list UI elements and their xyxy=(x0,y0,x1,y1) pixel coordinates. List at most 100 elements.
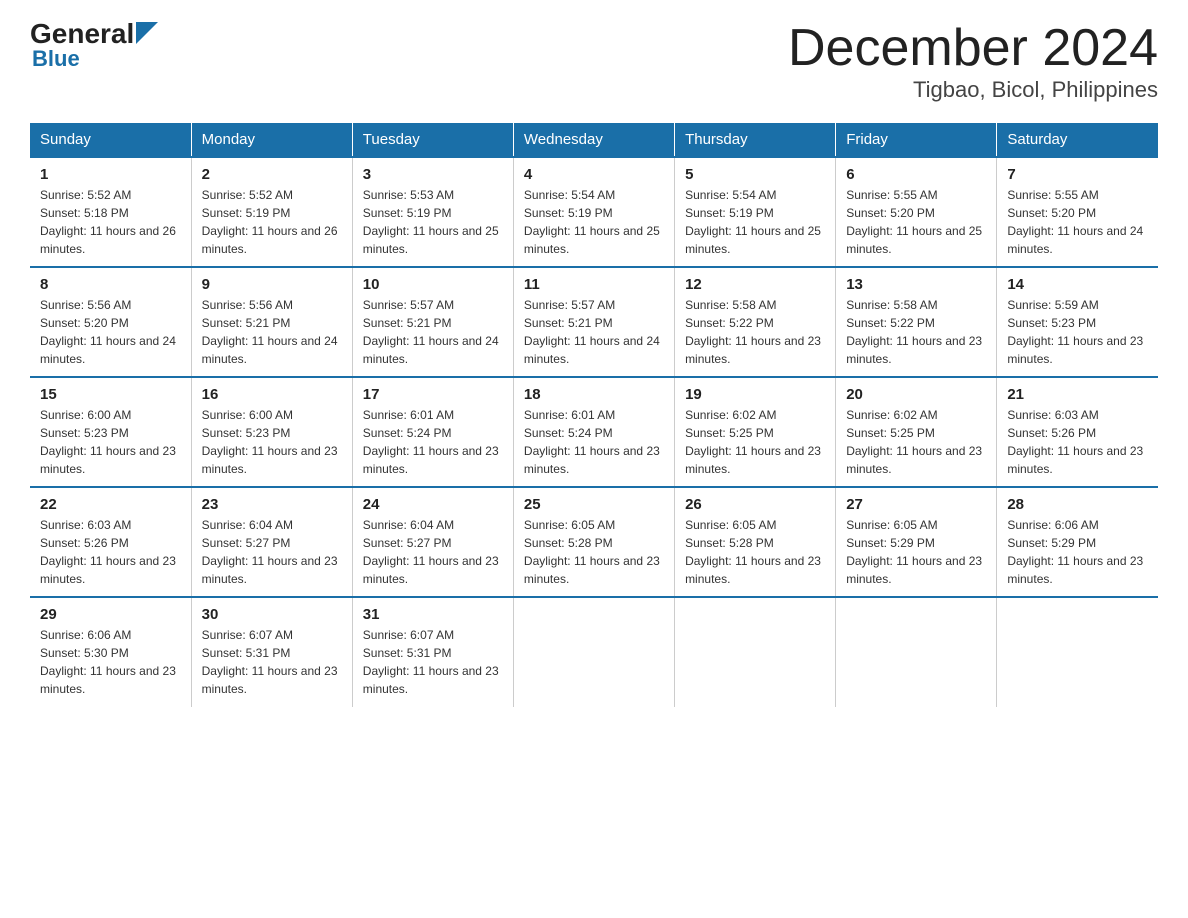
calendar-cell: 24 Sunrise: 6:04 AMSunset: 5:27 PMDayligh… xyxy=(352,487,513,597)
calendar-cell: 18 Sunrise: 6:01 AMSunset: 5:24 PMDayligh… xyxy=(513,377,674,487)
calendar-cell xyxy=(997,597,1158,707)
title-block: December 2024 Tigbao, Bicol, Philippines xyxy=(788,20,1158,103)
calendar-cell: 21Sunrise: 6:03 AMSunset: 5:26 PMDayligh… xyxy=(997,377,1158,487)
day-number: 25 xyxy=(524,496,664,513)
day-number: 9 xyxy=(202,276,342,293)
day-number: 26 xyxy=(685,496,825,513)
page-header: General Blue December 2024 Tigbao, Bicol… xyxy=(30,20,1158,103)
day-number: 28 xyxy=(1007,496,1148,513)
day-number: 8 xyxy=(40,276,181,293)
day-header-monday: Monday xyxy=(191,123,352,157)
day-info: Sunrise: 6:05 AMSunset: 5:28 PMDaylight:… xyxy=(685,516,825,588)
day-number: 14 xyxy=(1007,276,1148,293)
day-info: Sunrise: 6:05 AMSunset: 5:29 PMDaylight:… xyxy=(846,516,986,588)
calendar-cell: 6 Sunrise: 5:55 AMSunset: 5:20 PMDaylight… xyxy=(836,157,997,267)
calendar-cell: 30Sunrise: 6:07 AMSunset: 5:31 PMDayligh… xyxy=(191,597,352,707)
calendar-cell: 9 Sunrise: 5:56 AMSunset: 5:21 PMDaylight… xyxy=(191,267,352,377)
day-header-thursday: Thursday xyxy=(675,123,836,157)
day-number: 18 xyxy=(524,386,664,403)
logo: General Blue xyxy=(30,20,158,72)
calendar-cell: 26 Sunrise: 6:05 AMSunset: 5:28 PMDayligh… xyxy=(675,487,836,597)
day-header-sunday: Sunday xyxy=(30,123,191,157)
calendar-cell: 22 Sunrise: 6:03 AMSunset: 5:26 PMDayligh… xyxy=(30,487,191,597)
calendar-cell: 27 Sunrise: 6:05 AMSunset: 5:29 PMDayligh… xyxy=(836,487,997,597)
day-header-saturday: Saturday xyxy=(997,123,1158,157)
day-info: Sunrise: 5:57 AMSunset: 5:21 PMDaylight:… xyxy=(524,296,664,368)
day-number: 1 xyxy=(40,166,181,183)
calendar-cell: 17 Sunrise: 6:01 AMSunset: 5:24 PMDayligh… xyxy=(352,377,513,487)
day-info: Sunrise: 6:01 AMSunset: 5:24 PMDaylight:… xyxy=(524,406,664,478)
day-info: Sunrise: 5:54 AMSunset: 5:19 PMDaylight:… xyxy=(685,186,825,258)
day-info: Sunrise: 5:56 AMSunset: 5:20 PMDaylight:… xyxy=(40,296,181,368)
calendar-cell: 19Sunrise: 6:02 AMSunset: 5:25 PMDayligh… xyxy=(675,377,836,487)
calendar-cell: 20 Sunrise: 6:02 AMSunset: 5:25 PMDayligh… xyxy=(836,377,997,487)
day-number: 2 xyxy=(202,166,342,183)
calendar-header-row: SundayMondayTuesdayWednesdayThursdayFrid… xyxy=(30,123,1158,157)
day-info: Sunrise: 6:07 AMSunset: 5:31 PMDaylight:… xyxy=(363,626,503,698)
day-info: Sunrise: 6:04 AMSunset: 5:27 PMDaylight:… xyxy=(202,516,342,588)
calendar-cell xyxy=(675,597,836,707)
day-info: Sunrise: 6:02 AMSunset: 5:25 PMDaylight:… xyxy=(846,406,986,478)
day-info: Sunrise: 5:57 AMSunset: 5:21 PMDaylight:… xyxy=(363,296,503,368)
day-number: 31 xyxy=(363,606,503,623)
calendar-week-row: 29Sunrise: 6:06 AMSunset: 5:30 PMDayligh… xyxy=(30,597,1158,707)
calendar-cell: 23 Sunrise: 6:04 AMSunset: 5:27 PMDayligh… xyxy=(191,487,352,597)
calendar-cell xyxy=(513,597,674,707)
day-info: Sunrise: 5:52 AMSunset: 5:19 PMDaylight:… xyxy=(202,186,342,258)
day-number: 30 xyxy=(202,606,342,623)
day-number: 6 xyxy=(846,166,986,183)
day-info: Sunrise: 5:59 AMSunset: 5:23 PMDaylight:… xyxy=(1007,296,1148,368)
day-number: 23 xyxy=(202,496,342,513)
day-number: 5 xyxy=(685,166,825,183)
day-number: 27 xyxy=(846,496,986,513)
calendar-cell: 4 Sunrise: 5:54 AMSunset: 5:19 PMDaylight… xyxy=(513,157,674,267)
day-info: Sunrise: 6:04 AMSunset: 5:27 PMDaylight:… xyxy=(363,516,503,588)
calendar-cell: 8 Sunrise: 5:56 AMSunset: 5:20 PMDaylight… xyxy=(30,267,191,377)
day-number: 22 xyxy=(40,496,181,513)
calendar-cell: 31 Sunrise: 6:07 AMSunset: 5:31 PMDayligh… xyxy=(352,597,513,707)
logo-general: General xyxy=(30,20,134,48)
calendar-cell: 11 Sunrise: 5:57 AMSunset: 5:21 PMDayligh… xyxy=(513,267,674,377)
day-number: 13 xyxy=(846,276,986,293)
day-info: Sunrise: 6:00 AMSunset: 5:23 PMDaylight:… xyxy=(202,406,342,478)
day-info: Sunrise: 6:03 AMSunset: 5:26 PMDaylight:… xyxy=(40,516,181,588)
day-info: Sunrise: 5:58 AMSunset: 5:22 PMDaylight:… xyxy=(685,296,825,368)
day-info: Sunrise: 5:58 AMSunset: 5:22 PMDaylight:… xyxy=(846,296,986,368)
day-number: 16 xyxy=(202,386,342,403)
day-number: 7 xyxy=(1007,166,1148,183)
day-number: 3 xyxy=(363,166,503,183)
calendar-week-row: 1Sunrise: 5:52 AMSunset: 5:18 PMDaylight… xyxy=(30,157,1158,267)
day-header-friday: Friday xyxy=(836,123,997,157)
calendar-cell: 13 Sunrise: 5:58 AMSunset: 5:22 PMDayligh… xyxy=(836,267,997,377)
day-number: 20 xyxy=(846,386,986,403)
day-info: Sunrise: 6:01 AMSunset: 5:24 PMDaylight:… xyxy=(363,406,503,478)
calendar-week-row: 22 Sunrise: 6:03 AMSunset: 5:26 PMDayligh… xyxy=(30,487,1158,597)
location-subtitle: Tigbao, Bicol, Philippines xyxy=(788,77,1158,103)
day-info: Sunrise: 5:54 AMSunset: 5:19 PMDaylight:… xyxy=(524,186,664,258)
calendar-table: SundayMondayTuesdayWednesdayThursdayFrid… xyxy=(30,123,1158,707)
calendar-cell: 29Sunrise: 6:06 AMSunset: 5:30 PMDayligh… xyxy=(30,597,191,707)
day-info: Sunrise: 5:56 AMSunset: 5:21 PMDaylight:… xyxy=(202,296,342,368)
day-info: Sunrise: 5:55 AMSunset: 5:20 PMDaylight:… xyxy=(846,186,986,258)
day-info: Sunrise: 5:55 AMSunset: 5:20 PMDaylight:… xyxy=(1007,186,1148,258)
calendar-cell: 15Sunrise: 6:00 AMSunset: 5:23 PMDayligh… xyxy=(30,377,191,487)
calendar-cell: 5 Sunrise: 5:54 AMSunset: 5:19 PMDaylight… xyxy=(675,157,836,267)
calendar-cell: 2 Sunrise: 5:52 AMSunset: 5:19 PMDaylight… xyxy=(191,157,352,267)
calendar-week-row: 8 Sunrise: 5:56 AMSunset: 5:20 PMDaylight… xyxy=(30,267,1158,377)
day-info: Sunrise: 6:02 AMSunset: 5:25 PMDaylight:… xyxy=(685,406,825,478)
logo-triangle-icon xyxy=(136,22,158,44)
calendar-cell: 1Sunrise: 5:52 AMSunset: 5:18 PMDaylight… xyxy=(30,157,191,267)
calendar-cell: 3Sunrise: 5:53 AMSunset: 5:19 PMDaylight… xyxy=(352,157,513,267)
calendar-cell: 14 Sunrise: 5:59 AMSunset: 5:23 PMDayligh… xyxy=(997,267,1158,377)
calendar-cell: 25Sunrise: 6:05 AMSunset: 5:28 PMDayligh… xyxy=(513,487,674,597)
day-number: 4 xyxy=(524,166,664,183)
day-number: 24 xyxy=(363,496,503,513)
logo-blue: Blue xyxy=(32,46,80,72)
day-number: 11 xyxy=(524,276,664,293)
day-number: 17 xyxy=(363,386,503,403)
day-number: 29 xyxy=(40,606,181,623)
day-info: Sunrise: 6:00 AMSunset: 5:23 PMDaylight:… xyxy=(40,406,181,478)
day-info: Sunrise: 6:06 AMSunset: 5:29 PMDaylight:… xyxy=(1007,516,1148,588)
day-header-tuesday: Tuesday xyxy=(352,123,513,157)
day-number: 21 xyxy=(1007,386,1148,403)
